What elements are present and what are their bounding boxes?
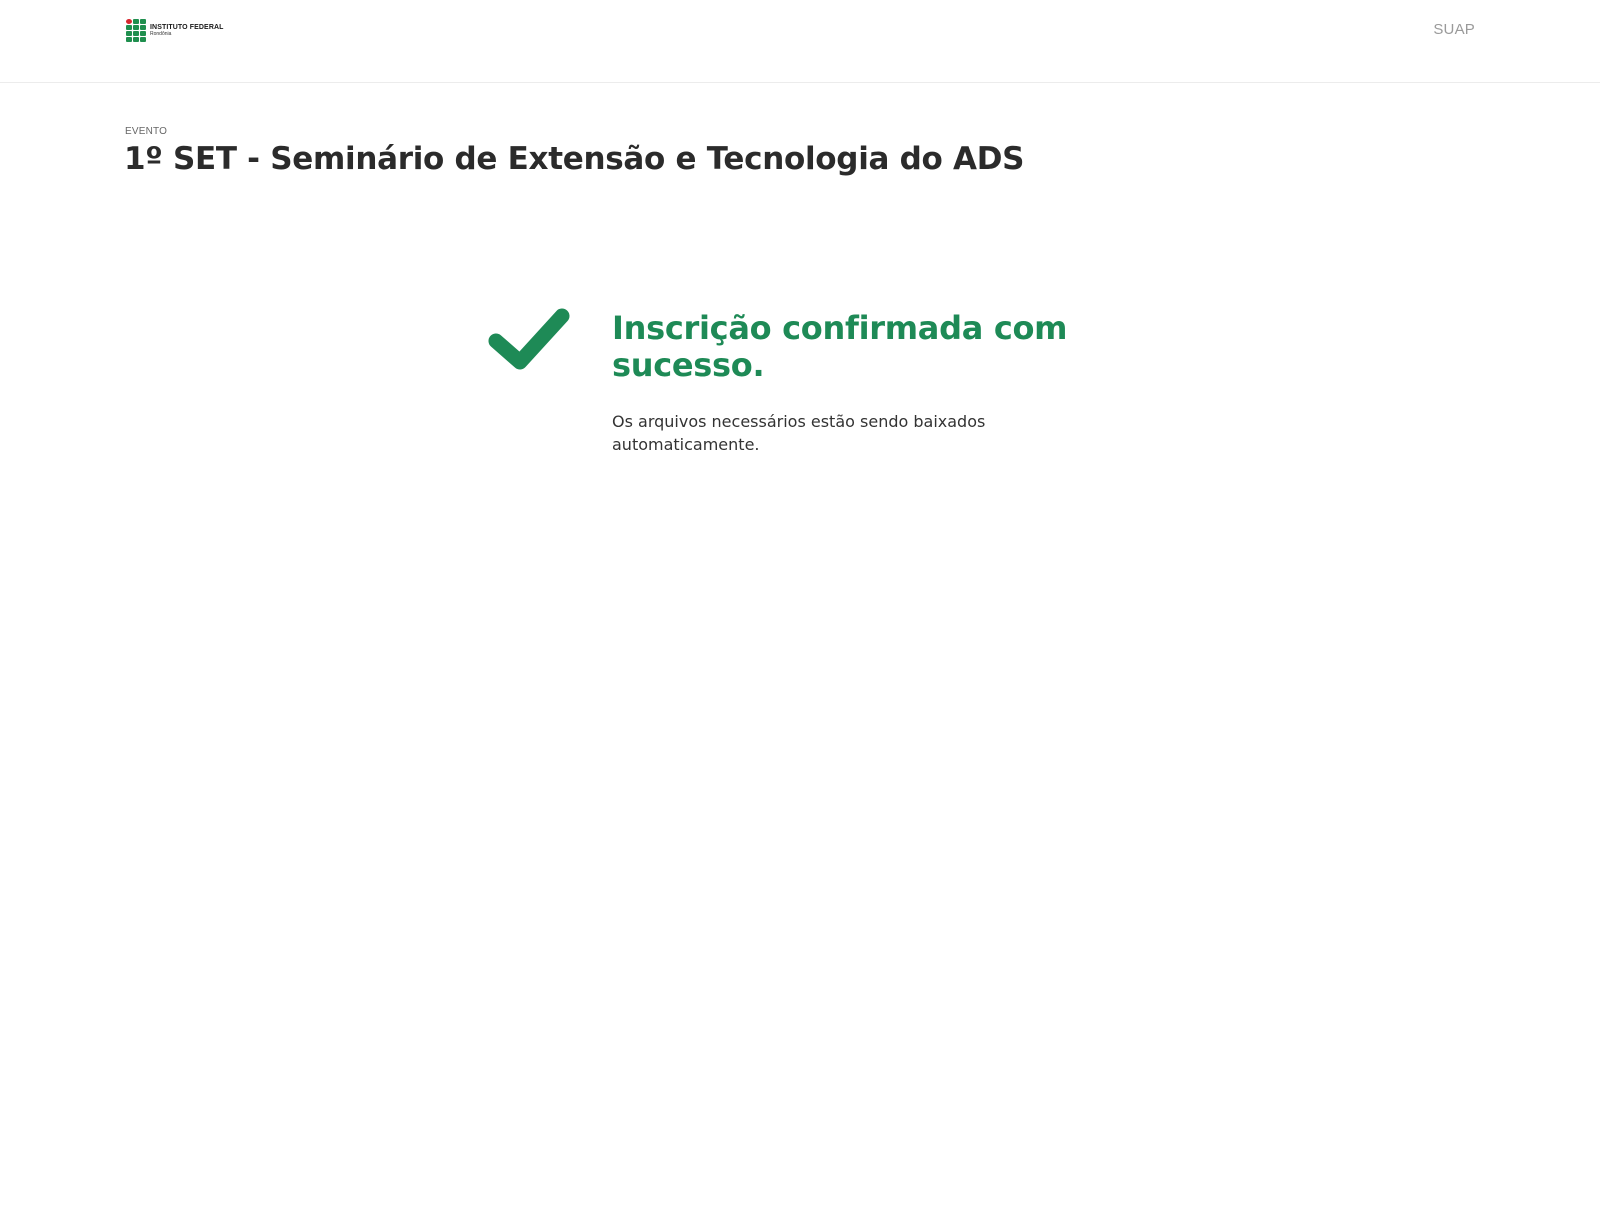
check-icon xyxy=(488,308,570,370)
page-title: 1º SET - Seminário de Extensão e Tecnolo… xyxy=(124,141,1025,177)
page-eyebrow: EVENTO xyxy=(125,126,168,137)
logo-grid-icon xyxy=(126,18,146,42)
logo-name: INSTITUTO FEDERAL xyxy=(150,23,224,31)
top-navbar: INSTITUTO FEDERAL Rondônia SUAP xyxy=(0,0,1600,83)
confirmation-message: Os arquivos necessários estão sendo baix… xyxy=(612,412,986,454)
logo-campus: Rondônia xyxy=(150,30,172,37)
institution-logo[interactable]: INSTITUTO FEDERAL Rondônia xyxy=(126,17,226,43)
logo-text: INSTITUTO FEDERAL Rondônia xyxy=(150,24,224,37)
confirmation-title: Inscrição confirmada com sucesso. xyxy=(612,309,1068,384)
suap-link[interactable]: SUAP xyxy=(1433,21,1475,38)
